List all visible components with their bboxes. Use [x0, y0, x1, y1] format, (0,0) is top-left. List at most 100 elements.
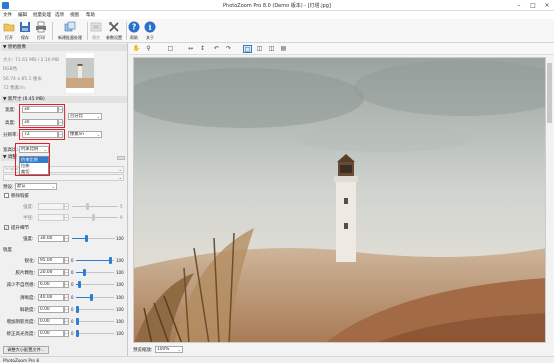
menu-edit[interactable]: 编辑 — [18, 12, 27, 18]
sharpness-row-label: 鲜艳度: — [19, 308, 35, 313]
sharpness-row-input[interactable]: 20.00 — [38, 269, 64, 276]
sharpness-row-label: 减少不自然感: — [6, 283, 35, 288]
rotate-right-icon[interactable]: ↷ — [224, 45, 233, 53]
minimize-button[interactable]: – — [512, 0, 526, 11]
status-bar: PhotoZoom Pro 8 — [0, 356, 554, 363]
remove-artifacts-checkbox[interactable] — [4, 193, 9, 198]
sharpness-row-input[interactable]: 0.00 — [38, 306, 64, 313]
new-batch-button[interactable]: 新建批量处理 — [55, 20, 85, 42]
menu-options[interactable]: 选项 — [55, 12, 64, 18]
rotate-left-icon[interactable]: ↶ — [212, 45, 221, 53]
maximize-button[interactable]: □ — [526, 0, 540, 11]
newsize-section-header[interactable]: ▼ 新尺寸 (6.45 MB) — [1, 96, 127, 103]
radius-input[interactable] — [38, 214, 64, 221]
sharpness-row-input[interactable]: 0.00 — [38, 330, 64, 337]
amount-input[interactable] — [38, 203, 64, 210]
sharpness-row-input[interactable]: 6.00 — [38, 281, 64, 288]
zoom-dropdown[interactable]: 100% ⌄ — [155, 346, 183, 353]
source-resolution: 72 像素/in — [3, 86, 25, 91]
enhance-details-checkbox[interactable]: ✓ — [4, 225, 9, 230]
sharpness-row-spinner[interactable] — [64, 318, 69, 325]
fit-width-icon[interactable]: ↔ — [186, 45, 195, 53]
radius-slider[interactable] — [72, 214, 118, 221]
strength-spinner[interactable] — [64, 235, 69, 242]
info-icon: i — [144, 21, 156, 33]
svg-text:?: ? — [132, 23, 136, 32]
sharpness-row-input[interactable]: 95.00 — [38, 257, 64, 264]
sharpness-row-min: 0 — [71, 270, 74, 275]
crop-tool-icon[interactable]: □ — [166, 45, 175, 53]
sharpness-row-max: 100 — [116, 331, 124, 336]
preset-dropdown[interactable]: 默认 ⌄ — [15, 183, 57, 190]
sharpness-row-input[interactable]: 40.00 — [38, 294, 64, 301]
split-vertical-icon[interactable]: ◫ — [255, 45, 264, 53]
about-button[interactable]: i 关于 — [143, 20, 157, 42]
sharpness-group-label: 锐度 — [3, 248, 12, 253]
printer-icon — [36, 21, 46, 33]
sharpness-row-max: 100 — [116, 282, 124, 287]
sharpness-row-spinner[interactable] — [64, 269, 69, 276]
sharpness-row-label: 清晰度: — [19, 296, 35, 301]
sharpness-row-min: 0 — [71, 295, 74, 300]
thumbnail-preview — [65, 52, 95, 94]
sharpness-row-max: 100 — [116, 258, 124, 263]
preview-button[interactable]: 预览 — [88, 20, 104, 42]
sharpness-row-slider[interactable] — [76, 294, 114, 301]
amount-spinner[interactable] — [64, 203, 69, 210]
open-button[interactable]: 打开 — [1, 20, 17, 42]
sharpness-row-slider[interactable] — [76, 281, 114, 288]
split-horizontal-icon[interactable]: ▤ — [279, 45, 288, 53]
sharpness-row-slider[interactable] — [76, 330, 114, 337]
sharpness-row-slider[interactable] — [76, 318, 114, 325]
menu-file[interactable]: 文件 — [3, 12, 12, 18]
amount-max: 5 — [120, 204, 123, 209]
close-button[interactable]: × — [540, 0, 554, 11]
help-button[interactable]: ? 帮助 — [127, 20, 141, 42]
resolution-unit-dropdown[interactable]: 像素/in ⌄ — [68, 131, 102, 138]
source-section-header[interactable]: ▼ 原始图像 — [1, 44, 127, 51]
sharpness-row-slider[interactable] — [76, 269, 114, 276]
sharpness-row-input[interactable]: 0.00 — [38, 318, 64, 325]
menu-help[interactable]: 帮助 — [86, 12, 95, 18]
fit-height-icon[interactable]: ↕ — [198, 45, 207, 53]
radius-spinner[interactable] — [64, 214, 69, 221]
single-view-icon[interactable]: □ — [243, 45, 252, 53]
zoom-tool-icon[interactable]: ⚲ — [144, 45, 153, 53]
amount-slider[interactable] — [72, 203, 118, 210]
sharpness-row-spinner[interactable] — [64, 257, 69, 264]
strength-input[interactable]: 30.00 — [38, 235, 64, 242]
save-button[interactable]: 保存 — [17, 20, 33, 42]
sharpness-row-spinner[interactable] — [64, 281, 69, 288]
sharpness-row-slider[interactable] — [76, 306, 114, 313]
menu-view[interactable]: 视图 — [70, 12, 79, 18]
fit-highlight-box — [15, 143, 50, 176]
menu-batch[interactable]: 批量处理 — [33, 12, 51, 18]
scrollbar-thumb[interactable] — [547, 63, 552, 123]
unit-dropdown[interactable]: 百分比 ⌄ — [68, 113, 102, 120]
source-dimensions: 56.74 x 85.1 厘米 — [3, 77, 42, 82]
strength-max: 100 — [116, 236, 124, 241]
params-button[interactable]: 参数设置 — [104, 20, 124, 42]
source-color-mode: RGB色 — [3, 67, 18, 72]
sharpness-row-min: 0 — [71, 282, 74, 287]
panel-grip[interactable] — [117, 156, 125, 160]
sharpness-row-spinner[interactable] — [64, 306, 69, 313]
size-highlight-box — [19, 104, 65, 128]
split-dual-icon[interactable]: ◫ — [267, 45, 276, 53]
enhance-details-label: 提升细节 — [11, 226, 29, 231]
preview-canvas[interactable] — [133, 57, 546, 343]
sharpness-row-slider[interactable] — [76, 257, 114, 264]
sharpness-row-spinner[interactable] — [64, 294, 69, 301]
status-text: PhotoZoom Pro 8 — [3, 358, 39, 363]
sharpness-row-min: 0 — [71, 319, 74, 324]
strength-slider[interactable] — [72, 235, 115, 242]
svg-text:i: i — [149, 23, 152, 32]
vertical-scrollbar[interactable] — [546, 57, 553, 343]
lighthouse-photo — [134, 58, 545, 342]
folder-icon — [3, 23, 15, 32]
menu-bar: 文件 编辑 批量处理 选项 视图 帮助 — [0, 11, 554, 19]
sharpness-row-spinner[interactable] — [64, 330, 69, 337]
hand-tool-icon[interactable]: ✋ — [132, 45, 141, 53]
resize-profile-button[interactable]: 调整大小配置文件... — [3, 346, 49, 354]
print-button[interactable]: 打印 — [33, 20, 49, 42]
